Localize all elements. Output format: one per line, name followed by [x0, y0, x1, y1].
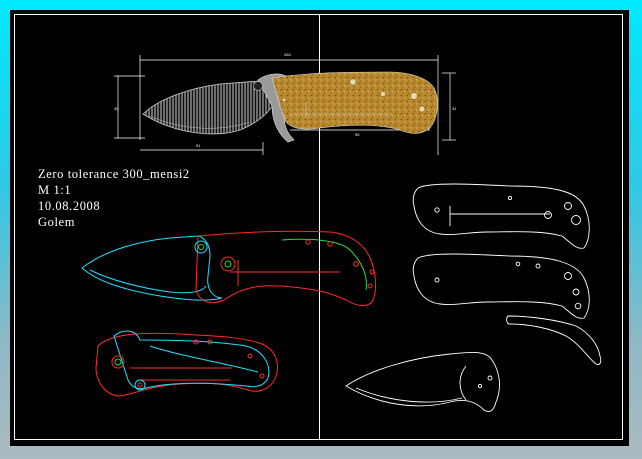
drawing-sheet: 264 40 91 95 41 Zero tolerance 300_mensi…: [10, 10, 629, 446]
knife-overlay-open: [81, 230, 377, 307]
dim-label-overall: 264: [284, 52, 291, 57]
drawing-scale: M 1:1: [38, 183, 72, 197]
dim-label-handle-height: 40: [114, 106, 119, 111]
dim-label-blade-height: 41: [452, 106, 457, 111]
blade-outline: [345, 351, 500, 413]
drawing-author: Golem: [38, 215, 76, 229]
knife-overlay-closed: [95, 330, 278, 397]
handle-scale-1: [412, 183, 590, 249]
drawing-date: 10.08.2008: [38, 199, 101, 213]
drawing-title: Zero tolerance 300_mensi2: [38, 167, 190, 181]
title-block: Zero tolerance 300_mensi2 M 1:1 10.08.20…: [38, 166, 190, 230]
knife-render-top: 264 40 91 95 41: [114, 52, 457, 155]
handle-scale-2: [412, 253, 590, 319]
dim-label-blade-length: 91: [196, 143, 201, 148]
dim-label-handle-length: 95: [355, 132, 360, 137]
part-outlines: [345, 183, 602, 413]
liner-lock: [506, 315, 602, 365]
